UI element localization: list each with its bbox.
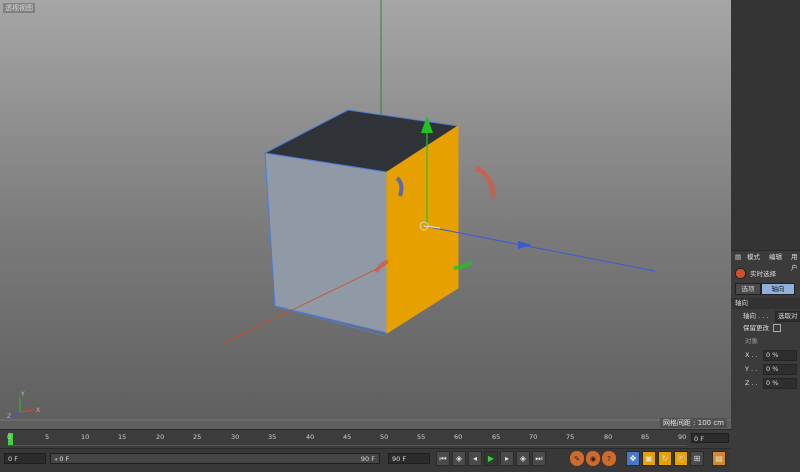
tick: 15 bbox=[118, 433, 127, 441]
timeline-ruler[interactable]: 0 5 10 15 20 25 30 35 40 45 50 55 60 65 … bbox=[0, 429, 731, 449]
start-frame-field[interactable]: 0 F bbox=[4, 453, 46, 464]
preview-range-slider[interactable]: ◂ 0 F 90 F bbox=[50, 453, 380, 464]
keep-changes-row: 保留更改 bbox=[731, 323, 800, 334]
goto-start-icon[interactable]: ⏮ bbox=[436, 451, 450, 466]
object-label: 对象 bbox=[745, 337, 758, 345]
tick: 60 bbox=[454, 433, 463, 441]
keep-changes-label: 保留更改 bbox=[743, 324, 769, 332]
autokey-icon[interactable]: ◉ bbox=[586, 451, 600, 466]
scene-3d[interactable]: Y X Z bbox=[0, 0, 731, 429]
tick: 65 bbox=[492, 433, 501, 441]
tick: 70 bbox=[529, 433, 538, 441]
coord-z-label: Z . . bbox=[745, 379, 758, 387]
mini-axis-y-label: Y bbox=[20, 391, 25, 398]
axis-dropdown[interactable]: 选取对象 bbox=[775, 311, 800, 322]
mini-axis-x bbox=[19, 409, 35, 413]
tick: 75 bbox=[566, 433, 575, 441]
tick: 0 bbox=[7, 433, 12, 441]
prev-frame-icon[interactable]: ◂ bbox=[468, 451, 482, 466]
record-key-icon[interactable]: ✎ bbox=[570, 451, 584, 466]
range-left-arrow: ◂ bbox=[54, 455, 58, 463]
axis-label: 轴向 . . . bbox=[743, 312, 769, 320]
rotate-key-icon[interactable]: ↻ bbox=[658, 451, 672, 466]
live-select-icon bbox=[735, 268, 746, 279]
transport-bar: 0 F ◂ 0 F 90 F 90 F ⏮ ◈ ◂ ▶ ▸ ◈ ⏭ ✎ ◉ ? … bbox=[0, 448, 731, 472]
gizmo-z-axis[interactable] bbox=[423, 225, 656, 272]
tick: 55 bbox=[417, 433, 426, 441]
menu-mode[interactable]: 模式 bbox=[747, 252, 760, 263]
grid-key-icon[interactable]: ⊞ bbox=[690, 451, 704, 466]
next-frame-icon[interactable]: ▸ bbox=[500, 451, 514, 466]
gizmo-z-arrow[interactable] bbox=[518, 241, 532, 249]
keyframe-help-icon[interactable]: ? bbox=[602, 451, 616, 466]
tick: 45 bbox=[343, 433, 352, 441]
move-key-icon[interactable]: ✥ bbox=[626, 451, 640, 466]
object-row: 对象 bbox=[731, 336, 800, 347]
tick: 25 bbox=[193, 433, 202, 441]
live-select-label: 实时选择 bbox=[750, 269, 777, 278]
next-key-icon[interactable]: ◈ bbox=[516, 451, 530, 466]
current-frame-field[interactable]: 0 F bbox=[691, 433, 729, 443]
live-select-row[interactable]: 实时选择 bbox=[731, 268, 800, 279]
tick: 20 bbox=[156, 433, 165, 441]
mini-axis-x-label: X bbox=[36, 407, 40, 414]
tick: 40 bbox=[306, 433, 315, 441]
mini-axis-z-label: Z bbox=[7, 413, 11, 420]
coord-y-field[interactable]: 0 % bbox=[763, 364, 797, 375]
tick: 90 bbox=[678, 433, 687, 441]
tick: 50 bbox=[380, 433, 389, 441]
tab-axis[interactable]: 轴向 bbox=[761, 283, 795, 295]
tick: 30 bbox=[231, 433, 240, 441]
coord-z-field[interactable]: 0 % bbox=[763, 378, 797, 389]
tick: 80 bbox=[604, 433, 613, 441]
coord-x-field[interactable]: 0 % bbox=[763, 350, 797, 361]
ruler-baseline bbox=[8, 445, 687, 446]
section-title: 轴向 bbox=[735, 299, 748, 307]
tick: 35 bbox=[268, 433, 277, 441]
object-manager-area bbox=[731, 0, 800, 251]
perspective-viewport[interactable]: Y X Z 透视视图 网格间距 : 100 cm bbox=[0, 0, 732, 429]
tab-options[interactable]: 选项 bbox=[735, 283, 761, 295]
film-icon[interactable]: ▤ bbox=[712, 451, 726, 466]
keep-changes-checkbox[interactable] bbox=[773, 324, 782, 332]
end-frame-field[interactable]: 90 F bbox=[388, 453, 430, 464]
rotate-ring-x[interactable] bbox=[474, 165, 497, 199]
attribute-panel: ▤ 模式 编辑 用户 实时选择 选项 轴向 轴向 轴向 . . . 选取对象 保… bbox=[731, 0, 800, 471]
cube-left-face[interactable] bbox=[264, 152, 388, 334]
play-icon[interactable]: ▶ bbox=[484, 451, 498, 466]
tick: 5 bbox=[45, 433, 50, 441]
section-header: 轴向 bbox=[731, 298, 800, 309]
tick: 10 bbox=[81, 433, 90, 441]
goto-end-icon[interactable]: ⏭ bbox=[532, 451, 546, 466]
range-start-label: 0 F bbox=[59, 455, 70, 463]
menu-icon[interactable]: ▤ bbox=[735, 252, 741, 263]
coord-x-label: X . . bbox=[745, 351, 758, 359]
tick: 85 bbox=[641, 433, 650, 441]
coord-y-label: Y . . bbox=[745, 365, 758, 373]
mini-axis-z bbox=[12, 411, 21, 418]
range-end-label: 90 F bbox=[360, 455, 375, 463]
menu-user[interactable]: 用户 bbox=[791, 252, 800, 272]
grid-spacing-label: 网格间距 : 100 cm bbox=[659, 418, 727, 428]
scale-key-icon[interactable]: ▣ bbox=[642, 451, 656, 466]
menu-edit[interactable]: 编辑 bbox=[769, 252, 782, 263]
param-key-icon[interactable]: Ⓟ bbox=[674, 451, 688, 466]
prev-key-icon[interactable]: ◈ bbox=[452, 451, 466, 466]
viewport-title[interactable]: 透视视图 bbox=[3, 3, 35, 13]
